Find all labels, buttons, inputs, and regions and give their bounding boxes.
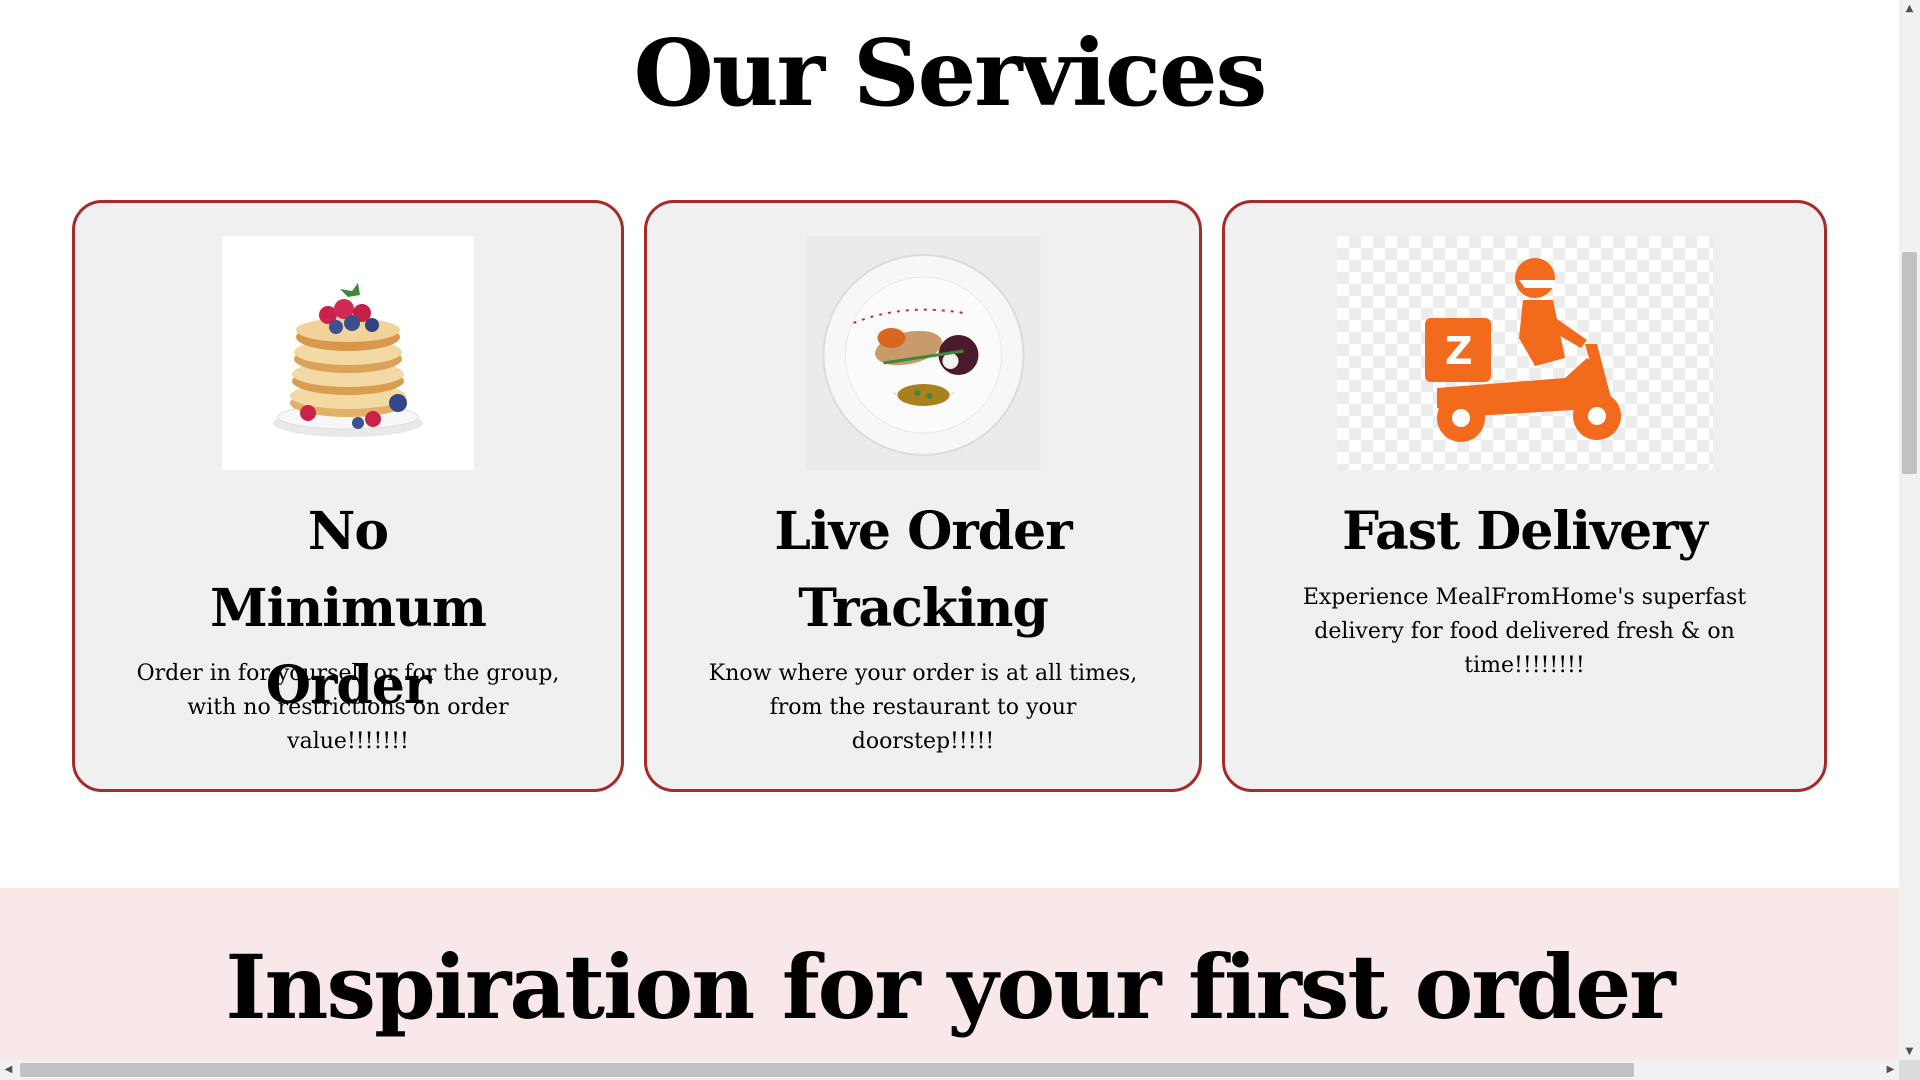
service-card-fast-delivery: Z Fast Delivery Experience MealFromHome'… <box>1222 200 1827 792</box>
page-viewport: Our Services No Minimum Order Order in f… <box>0 0 1899 1060</box>
horizontal-scroll-thumb[interactable] <box>20 1063 1634 1077</box>
vertical-scrollbar[interactable]: ▲ ▼ <box>1899 0 1920 1060</box>
card-description: Know where your order is at all times, f… <box>708 661 1138 754</box>
scroll-down-arrow-icon[interactable]: ▼ <box>1899 1043 1920 1060</box>
scrollbar-corner <box>1899 1060 1920 1080</box>
scroll-up-arrow-icon[interactable]: ▲ <box>1899 0 1920 17</box>
scroll-right-arrow-icon[interactable]: ▶ <box>1882 1060 1899 1080</box>
inspiration-heading: Inspiration for your first order <box>225 935 1675 1039</box>
card-title: Live Order Tracking <box>774 501 1072 639</box>
pancakes-image <box>222 236 474 470</box>
card-description: Order in for yourself or for the group, … <box>136 661 560 754</box>
vertical-scroll-thumb[interactable] <box>1902 252 1917 474</box>
plated-dish-image <box>805 236 1041 470</box>
delivery-scooter-image: Z <box>1336 236 1713 470</box>
card-title: Fast Delivery <box>1342 501 1708 562</box>
horizontal-scrollbar[interactable]: ◀ ▶ <box>0 1060 1899 1080</box>
delivery-box-letter: Z <box>1445 329 1473 373</box>
service-card-live-order-tracking: Live Order Tracking Know where your orde… <box>644 200 1202 792</box>
scroll-left-arrow-icon[interactable]: ◀ <box>0 1060 17 1080</box>
service-card-no-minimum-order: No Minimum Order Order in for yourself o… <box>72 200 624 792</box>
card-description: Experience MealFromHome's superfast deli… <box>1302 585 1747 678</box>
services-heading: Our Services <box>633 19 1268 127</box>
